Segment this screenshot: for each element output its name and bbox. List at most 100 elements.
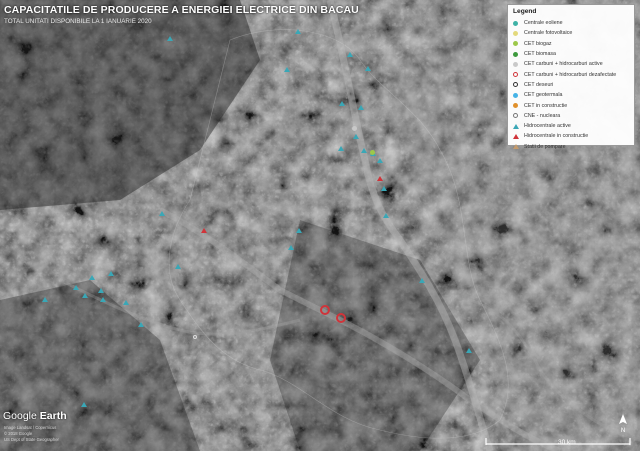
legend-item: Centrale fotovoltaice <box>513 28 629 38</box>
legend-symbol <box>513 144 524 150</box>
map-subtitle: TOTAL UNITATI DISPONIBILE LA 1 IANUARIE … <box>4 18 152 25</box>
legend-label: CET in constructie <box>524 102 568 109</box>
north-label: N <box>621 428 625 433</box>
active-cet-marker-icon[interactable] <box>352 125 358 131</box>
legend-label: CET biomasa <box>524 51 556 58</box>
ring-marker-icon <box>513 72 518 78</box>
hydro-plant-marker-icon[interactable] <box>41 297 48 303</box>
logo-earth: Earth <box>39 410 67 422</box>
triangle-marker-icon <box>513 133 519 139</box>
hydro-plant-marker-icon[interactable] <box>137 321 144 327</box>
legend-label: CET deseuri <box>524 81 554 88</box>
hydro-plant-marker-icon[interactable] <box>338 145 345 151</box>
legend-symbol <box>513 51 524 57</box>
hydro-plant-marker-icon[interactable] <box>295 227 302 233</box>
legend-item: CET biomasa <box>513 49 629 59</box>
legend-item: CET biogaz <box>513 39 629 49</box>
hydro-plant-marker-icon[interactable] <box>365 66 371 71</box>
legend-label: CET carbuni + hidrocarburi active <box>524 61 603 68</box>
legend-item: Statii de pompare <box>513 142 629 152</box>
hydro-plant-marker-icon[interactable] <box>98 288 105 294</box>
hydro-plant-marker-icon[interactable] <box>100 296 107 302</box>
hydro-plant-marker-icon[interactable] <box>288 244 295 250</box>
legend-item: Centrale eoliene <box>513 18 629 28</box>
legend-item: CET deseuri <box>513 80 629 90</box>
hydro-plant-marker-icon[interactable] <box>82 293 89 299</box>
legend-title: Legend <box>513 8 537 15</box>
hydro-plant-marker-icon[interactable] <box>347 52 354 58</box>
title-block: CAPACITATILE DE PRODUCERE A ENERGIEI ELE… <box>4 4 359 25</box>
circle-marker-icon <box>513 103 518 109</box>
hydro-plant-marker-icon[interactable] <box>382 213 389 219</box>
hydro-plant-marker-icon[interactable] <box>166 36 173 42</box>
circle-marker-icon <box>513 51 518 57</box>
north-arrow-icon: N <box>619 414 627 433</box>
legend-symbol <box>513 113 524 119</box>
google-earth-logo: Google Earth <box>3 410 67 422</box>
hydro-plant-marker-icon[interactable] <box>174 263 181 269</box>
circle-marker-icon <box>513 61 518 67</box>
legend-symbol <box>513 92 524 98</box>
credit-line: US Dept of State Geographer <box>4 437 59 442</box>
legend-symbol <box>513 30 524 36</box>
legend-label: CET carbuni + hidrocarburi dezafectate <box>524 71 617 78</box>
legend-label: Hidrocentrale in constructie <box>524 133 589 140</box>
hydro-construction-marker-icon[interactable] <box>201 228 208 234</box>
circle-marker-icon <box>513 41 518 47</box>
legend-symbol <box>513 41 524 47</box>
legend-symbol <box>513 123 524 129</box>
hydro-plant-marker-icon[interactable] <box>88 275 95 281</box>
hydro-plant-marker-icon[interactable] <box>158 211 165 217</box>
legend-label: CET geotermala <box>524 92 563 99</box>
legend-panel: Legend Centrale eoliene Centrale fotovolt… <box>507 4 635 150</box>
imagery-credits: Image Landsat / Copernicus © 2018 Google… <box>4 425 59 443</box>
legend-symbol <box>513 82 524 88</box>
hydro-plant-marker-icon[interactable] <box>352 134 359 140</box>
legend-label: Hidrocentrale active <box>524 123 571 130</box>
legend-symbol <box>513 103 524 109</box>
legend-label: Statii de pompare <box>524 143 566 150</box>
ring-marker-icon <box>513 82 518 88</box>
hydro-plant-marker-icon[interactable] <box>418 277 425 283</box>
legend-symbol <box>513 133 524 139</box>
map-view[interactable]: CAPACITATILE DE PRODUCERE A ENERGIEI ELE… <box>0 0 640 451</box>
legend-list: Centrale eoliene Centrale fotovoltaice CET… <box>513 18 629 152</box>
hydro-plant-marker-icon[interactable] <box>283 66 290 72</box>
scale-label: 30 km <box>558 439 576 446</box>
logo-google: Google <box>3 410 37 422</box>
hydro-plant-marker-icon[interactable] <box>466 348 473 354</box>
circle-marker-icon <box>513 92 518 98</box>
legend-item: CNE - nucleara <box>513 111 629 121</box>
hydro-plant-marker-icon[interactable] <box>295 29 302 35</box>
hydro-construction-marker-icon[interactable] <box>377 175 384 181</box>
legend-symbol <box>513 20 524 26</box>
hydro-plant-marker-icon[interactable] <box>377 158 384 163</box>
hydro-plant-marker-icon[interactable] <box>357 104 364 110</box>
hydro-plant-marker-icon[interactable] <box>73 284 80 290</box>
hydro-plant-marker-icon[interactable] <box>361 147 368 153</box>
hydro-plant-marker-icon[interactable] <box>80 402 87 408</box>
legend-item: CET in constructie <box>513 100 629 110</box>
ring-marker-icon <box>513 113 518 119</box>
legend-label: Centrale eoliene <box>524 20 563 27</box>
legend-item: CET carbuni + hidrocarburi active <box>513 59 629 69</box>
legend-label: CET biogaz <box>524 40 552 47</box>
hydro-plant-marker-icon[interactable] <box>338 101 345 107</box>
hydro-plant-marker-icon[interactable] <box>123 300 130 306</box>
legend-symbol <box>513 72 524 78</box>
legend-item: CET geotermala <box>513 90 629 100</box>
triangle-marker-icon <box>513 144 519 150</box>
hydro-plant-marker-icon[interactable] <box>381 185 387 191</box>
legend-item: Hidrocentrale in constructie <box>513 131 629 141</box>
legend-label: Centrale fotovoltaice <box>524 30 573 37</box>
circle-marker-icon <box>513 30 518 36</box>
map-title: CAPACITATILE DE PRODUCERE A ENERGIEI ELE… <box>4 4 359 16</box>
legend-item: Hidrocentrale active <box>513 121 629 131</box>
legend-symbol <box>513 61 524 67</box>
legend-label: CNE - nucleara <box>524 112 561 119</box>
circle-marker-icon <box>513 20 518 26</box>
biomass-cet-marker-icon[interactable] <box>369 149 375 155</box>
legend-item: CET carbuni + hidrocarburi dezafectate <box>513 69 629 79</box>
hydro-plant-marker-icon[interactable] <box>107 271 114 277</box>
triangle-marker-icon <box>513 123 519 129</box>
